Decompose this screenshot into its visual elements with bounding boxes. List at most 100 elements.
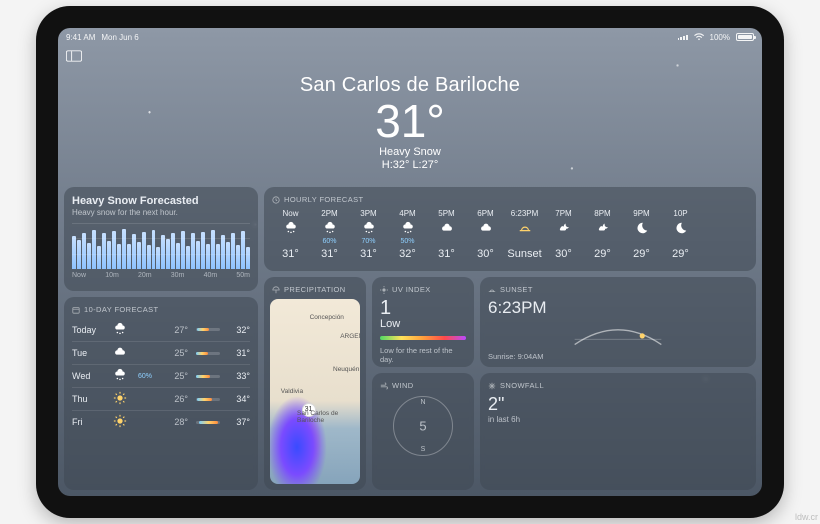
hour-temp: 31°: [282, 248, 299, 260]
snowfall-card[interactable]: SNOWFALL 2" in last 6h: [480, 373, 756, 490]
minute-bar: [112, 231, 116, 270]
axis-tick: 30m: [171, 272, 185, 279]
minute-chart-axis: Now 10m 20m 30m 40m 50m: [72, 272, 250, 279]
hourly-item: 8PM29°: [584, 209, 621, 260]
minute-bar: [107, 241, 111, 270]
tenday-lo: 28°: [166, 417, 188, 427]
sun-icon: [110, 414, 130, 430]
sunset-card[interactable]: SUNSET 6:23PM Sunrise: 9:04AM: [480, 277, 756, 367]
location-name[interactable]: San Carlos de Bariloche: [58, 74, 762, 97]
status-bar: 9:41 AM Mon Jun 6 100%: [58, 28, 762, 46]
calendar-icon: [72, 306, 80, 314]
wind-speed: 5: [419, 419, 426, 434]
wind-card[interactable]: WIND N S 5: [372, 373, 474, 490]
part-cloud-night-icon: [596, 221, 610, 235]
map-place-label: Valdivia: [281, 388, 303, 395]
snowfall-sub: in last 6h: [488, 415, 748, 424]
snowflake-icon: [488, 382, 496, 390]
sunset-icon: [518, 221, 532, 235]
snow-icon: [110, 322, 130, 338]
tenday-hi: 33°: [228, 371, 250, 381]
hour-time: 6:23PM: [511, 209, 539, 218]
axis-tick: 10m: [105, 272, 119, 279]
cloud-icon: [440, 221, 454, 235]
moon-icon: [674, 221, 688, 235]
tenday-lo: 26°: [166, 394, 188, 404]
sunset-time: 6:23PM: [488, 298, 748, 318]
current-conditions: San Carlos de Bariloche 31° Heavy Snow H…: [58, 46, 762, 171]
status-time: 9:41 AM: [66, 33, 95, 42]
hour-time: 6PM: [477, 209, 493, 218]
minute-bar: [196, 241, 200, 270]
minute-bar: [161, 235, 165, 269]
part-cloud-night-icon: [557, 221, 571, 235]
wind-label: WIND: [380, 381, 466, 390]
umbrella-icon: [272, 286, 280, 294]
tenday-row[interactable]: Wed60%25°33°: [72, 364, 250, 387]
tenday-hi: 37°: [228, 417, 250, 427]
tenday-day: Tue: [72, 348, 102, 358]
ten-day-label-text: 10-DAY FORECAST: [84, 305, 159, 314]
hourly-item: 4PM50%32°: [389, 209, 426, 260]
ten-day-label: 10-DAY FORECAST: [72, 305, 250, 314]
tenday-row[interactable]: Tue25°31°: [72, 341, 250, 364]
tenday-row[interactable]: Thu26°34°: [72, 387, 250, 410]
hour-time: Now: [282, 209, 298, 218]
wind-label-text: WIND: [392, 381, 414, 390]
sunrise-line: Sunrise: 9:04AM: [488, 352, 748, 361]
uv-label-text: UV INDEX: [392, 285, 431, 294]
ten-day-forecast-card[interactable]: 10-DAY FORECAST Today27°32°Tue25°31°Wed6…: [64, 297, 258, 490]
uv-spectrum-bar: [380, 336, 466, 340]
minute-bar: [127, 244, 131, 269]
minute-precip-chart: [72, 223, 250, 269]
sunset-label-text: SUNSET: [500, 285, 533, 294]
tenday-range-bar: [196, 328, 220, 331]
hourly-forecast-card[interactable]: HOURLY FORECAST Now31°2PM60%31°3PM70%31°…: [264, 187, 756, 271]
precipitation-map-card[interactable]: PRECIPITATION 31 ConcepciónNeuquénValdiv…: [264, 277, 366, 490]
sunrise-label: Sunrise:: [488, 352, 516, 361]
map-place-label: Concepción: [310, 314, 344, 321]
hour-time: 7PM: [555, 209, 571, 218]
tenday-row[interactable]: Today27°32°: [72, 318, 250, 341]
hour-temp: 29°: [672, 248, 689, 260]
uv-index-card[interactable]: UV INDEX 1 Low Low for the rest of the d…: [372, 277, 474, 367]
tenday-hi: 32°: [228, 325, 250, 335]
minute-bar: [216, 244, 220, 269]
moon-icon: [635, 221, 649, 235]
cloud-icon: [110, 345, 130, 361]
wind-icon: [380, 382, 388, 390]
tenday-range-bar: [196, 352, 220, 355]
hour-precip-chance: 60%: [322, 238, 336, 245]
minute-bar: [181, 231, 185, 270]
axis-tick: 50m: [236, 272, 250, 279]
hourly-item: 6:23PMSunset: [506, 209, 543, 260]
forecast-alert-card[interactable]: Heavy Snow Forecasted Heavy snow for the…: [64, 187, 258, 291]
tenday-day: Fri: [72, 417, 102, 427]
watermark-text: ldw.cr: [795, 512, 818, 522]
minute-bar: [122, 229, 126, 269]
sun-icon: [110, 391, 130, 407]
compass-n: N: [420, 399, 425, 406]
compass-s: S: [421, 446, 426, 453]
hourly-item: 9PM29°: [623, 209, 660, 260]
sunset-arc: [488, 322, 748, 348]
hourly-item: 5PM31°: [428, 209, 465, 260]
hour-temp: 31°: [321, 248, 338, 260]
hour-temp: 30°: [555, 248, 572, 260]
hour-time: 2PM: [321, 209, 337, 218]
hour-temp: 31°: [438, 248, 455, 260]
hour-temp: 32°: [399, 248, 416, 260]
hour-time: 4PM: [399, 209, 415, 218]
tenday-hi: 34°: [228, 394, 250, 404]
hour-temp: 31°: [360, 248, 377, 260]
status-date: Mon Jun 6: [101, 33, 138, 42]
axis-tick: Now: [72, 272, 86, 279]
forecast-alert-title: Heavy Snow Forecasted: [72, 195, 250, 207]
wifi-icon: [694, 33, 704, 41]
wind-compass: N S 5: [393, 396, 453, 456]
cloud-icon: [479, 221, 493, 235]
precip-map[interactable]: 31 ConcepciónNeuquénValdiviaSan Carlos d…: [270, 299, 360, 484]
tenday-lo: 25°: [166, 348, 188, 358]
tenday-row[interactable]: Fri 28° 37°: [72, 410, 250, 433]
sidebar-toggle-icon[interactable]: [66, 50, 82, 62]
